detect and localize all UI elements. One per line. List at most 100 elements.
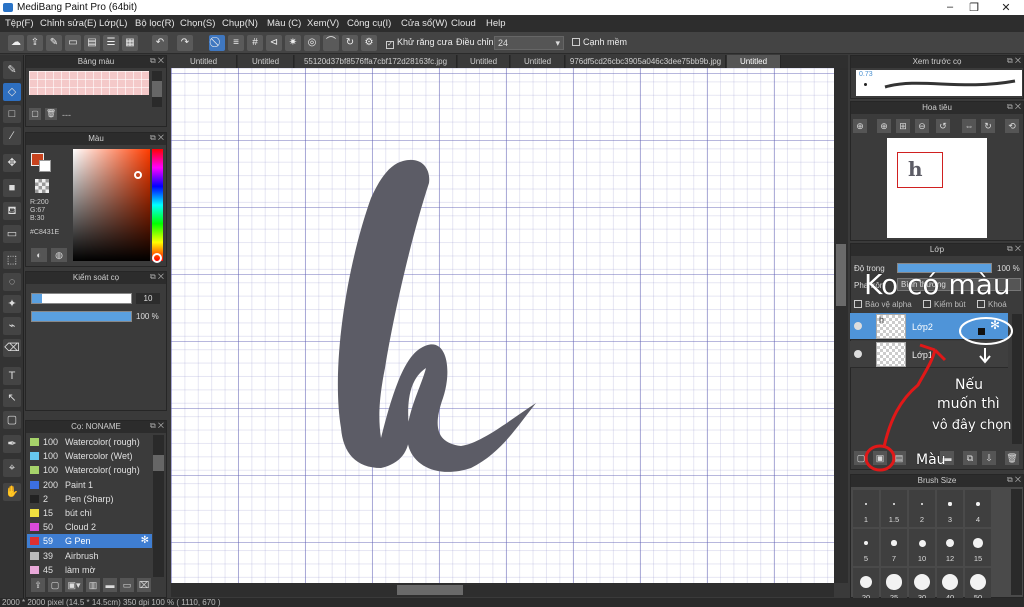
hand-tool-icon[interactable]: ✋: [3, 483, 21, 501]
menu-color[interactable]: Màu (C): [267, 18, 301, 29]
parallel-snap-icon[interactable]: ≡: [228, 35, 244, 51]
redo-icon[interactable]: ↷: [177, 35, 193, 51]
palette-scrollbar[interactable]: [152, 71, 162, 107]
menu-file[interactable]: Tệp(F): [5, 18, 34, 29]
shape-tool-icon[interactable]: □: [3, 105, 21, 123]
rotate-icon[interactable]: ↻: [342, 35, 358, 51]
new-color-layer-icon[interactable]: ▣: [873, 451, 887, 465]
panel-float-icon[interactable]: ⧉ ✕: [150, 133, 164, 143]
protect-alpha-toggle[interactable]: Bảo vệ alpha: [854, 300, 912, 309]
menu-window[interactable]: Cửa sổ(W): [401, 18, 447, 29]
comment-icon[interactable]: ✎: [46, 35, 62, 51]
brush-list-scrollbar[interactable]: [153, 435, 164, 577]
vanishing-snap-icon[interactable]: ⊲: [266, 35, 282, 51]
brush-size-option[interactable]: 2: [909, 490, 935, 527]
hue-slider-handle[interactable]: [152, 253, 162, 263]
eraser-tool-icon[interactable]: ◇: [3, 83, 21, 101]
saturation-value-picker[interactable]: [73, 149, 150, 261]
new-halftone-layer-icon[interactable]: ▤: [892, 451, 906, 465]
transparent-color-swatch[interactable]: [35, 179, 49, 193]
eyedropper-tool-icon[interactable]: ⌖: [3, 459, 21, 477]
layer-row-selected[interactable]: h Lớp2 ✻: [850, 313, 1008, 340]
radial-snap-icon[interactable]: ✷: [285, 35, 301, 51]
maximize-button[interactable]: ❐: [966, 1, 982, 14]
brush-list-item[interactable]: 39 Airbrush: [27, 549, 152, 563]
gradient-tool-icon[interactable]: ▭: [3, 225, 21, 243]
palette-icon[interactable]: ◐: [31, 248, 47, 262]
select-rect-tool-icon[interactable]: ⬚: [3, 251, 21, 269]
color-wheel-icon[interactable]: ◍: [51, 248, 67, 262]
brush-size-option[interactable]: 1: [853, 490, 879, 527]
settings-gear-icon[interactable]: ⚙: [361, 35, 377, 51]
brush-size-option[interactable]: 5: [853, 529, 879, 566]
layer-name[interactable]: Lớp2: [912, 322, 933, 332]
snap-off-icon[interactable]: ⃠: [209, 35, 225, 51]
brush-size-slider[interactable]: [31, 293, 132, 304]
brush-list-item[interactable]: 100 Watercolor (Wet): [27, 449, 152, 463]
bucket-tool-icon[interactable]: ⛾: [3, 202, 21, 220]
vertical-scroll-thumb[interactable]: [836, 244, 846, 306]
pen-tool-icon[interactable]: ✒: [3, 435, 21, 453]
menu-tools[interactable]: Công cụ(I): [347, 18, 391, 29]
duplicate-layer-icon[interactable]: ⧉: [963, 451, 977, 465]
brush-size-option[interactable]: 3: [937, 490, 963, 527]
zoom-out-icon[interactable]: ⊖: [915, 119, 929, 133]
brush-size-option[interactable]: 12: [937, 529, 963, 566]
share-icon[interactable]: ⇪: [27, 35, 43, 51]
tab-document[interactable]: 55120d37bf8576ffa7cbf172d28163fc.jpg: [295, 55, 457, 68]
menu-filter[interactable]: Bộ lọc(R): [135, 18, 175, 29]
dot-pen-tool-icon[interactable]: ∕: [3, 127, 21, 145]
tab-document[interactable]: Untitled: [238, 55, 294, 68]
brush-list-item[interactable]: 100 Watercolor( rough): [27, 435, 152, 449]
zoom-in-icon[interactable]: ⊕: [853, 119, 867, 133]
menu-edit[interactable]: Chỉnh sửa(E): [40, 18, 97, 29]
brush-settings-icon[interactable]: ▥: [86, 578, 100, 592]
rotate-left-icon[interactable]: ↺: [936, 119, 950, 133]
brush-opacity-slider[interactable]: [31, 311, 132, 322]
select-pen-tool-icon[interactable]: ⌁: [3, 317, 21, 335]
move-tool-icon[interactable]: ✥: [3, 154, 21, 172]
eye-visibility-icon[interactable]: [854, 350, 862, 358]
trash-icon[interactable]: 🗑: [45, 108, 57, 120]
brush-size-value[interactable]: 10: [136, 293, 160, 304]
palette-swatches[interactable]: [29, 71, 149, 95]
hue-slider[interactable]: [152, 149, 163, 263]
trash-icon[interactable]: 🗑: [1005, 451, 1019, 465]
panel-float-icon[interactable]: ⧉ ✕: [1007, 244, 1021, 254]
new-layer-icon[interactable]: ▢: [854, 451, 868, 465]
cloud-brush-icon[interactable]: ⇪: [31, 578, 45, 592]
panel-float-icon[interactable]: ⧉ ✕: [1007, 475, 1021, 485]
text-tool-icon[interactable]: T: [3, 367, 21, 385]
curve-snap-icon[interactable]: ⌒: [323, 35, 339, 51]
soft-edge-checkbox[interactable]: [572, 38, 580, 46]
horizontal-scroll-thumb[interactable]: [397, 585, 463, 595]
lasso-tool-icon[interactable]: ◌: [3, 273, 21, 291]
brush-list-item[interactable]: 100 Watercolor( rough): [27, 463, 152, 477]
zoom-in-icon[interactable]: ⊕: [877, 119, 891, 133]
select-eraser-tool-icon[interactable]: ⌫: [3, 339, 21, 357]
color-picker-handle[interactable]: [134, 171, 142, 179]
brush-list-item[interactable]: 15 bút chì: [27, 506, 152, 520]
panel-float-icon[interactable]: ⧉ ✕: [150, 56, 164, 66]
brush-size-option[interactable]: 10: [909, 529, 935, 566]
divide-tool-icon[interactable]: ▢: [3, 411, 21, 429]
gear-settings-icon[interactable]: ✻: [990, 318, 1000, 332]
chat-icon[interactable]: ▭: [65, 35, 81, 51]
operation-tool-icon[interactable]: ↖: [3, 389, 21, 407]
brush-size-option[interactable]: 4: [965, 490, 991, 527]
list-icon[interactable]: ☰: [103, 35, 119, 51]
gear-settings-icon[interactable]: ✻: [141, 534, 149, 548]
menu-snap[interactable]: Chụp(N): [222, 18, 258, 29]
menu-select[interactable]: Chọn(S): [180, 18, 215, 29]
layers-scrollbar[interactable]: [1012, 314, 1022, 444]
menu-layer[interactable]: Lớp(L): [99, 18, 127, 29]
brush-list-item[interactable]: 59 G Pen ✻: [27, 534, 152, 549]
fit-icon[interactable]: ⊞: [896, 119, 910, 133]
antialias-checkbox[interactable]: ✓: [386, 41, 394, 49]
magic-wand-tool-icon[interactable]: ✦: [3, 295, 21, 313]
menu-view[interactable]: Xem(V): [307, 18, 339, 29]
brush-menu-icon[interactable]: ▣▾: [65, 578, 83, 592]
tab-document[interactable]: Untitled: [511, 55, 565, 68]
brush-list-item[interactable]: 50 Cloud 2: [27, 520, 152, 534]
brush-list-item[interactable]: 200 Paint 1: [27, 478, 152, 492]
